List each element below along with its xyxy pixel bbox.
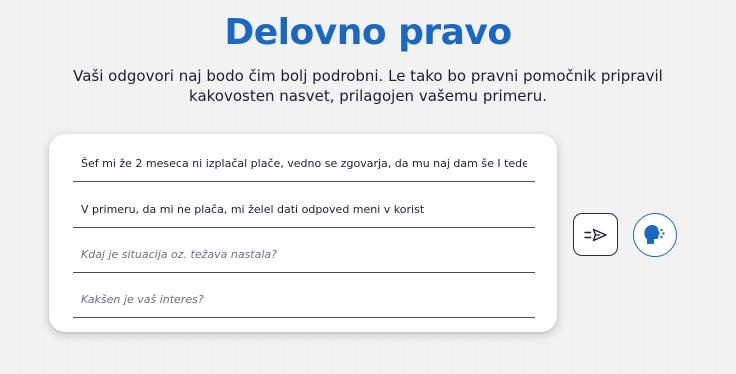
voice-speak-icon xyxy=(643,224,667,246)
your-interest-input[interactable] xyxy=(73,282,535,317)
send-button[interactable] xyxy=(573,213,618,256)
question-form-card xyxy=(49,134,557,332)
your-interest-field xyxy=(73,282,535,318)
situation-description-input[interactable] xyxy=(73,146,535,181)
voice-input-button[interactable] xyxy=(633,213,677,257)
situation-description-field xyxy=(73,146,535,182)
page-title: Delovno pravo xyxy=(224,12,512,53)
desired-outcome-field xyxy=(73,192,535,228)
desired-outcome-input[interactable] xyxy=(73,192,535,227)
when-issue-started-field xyxy=(73,237,535,273)
send-icon xyxy=(583,228,608,242)
when-issue-started-input[interactable] xyxy=(73,237,535,272)
page-subtitle: Vaši odgovori naj bodo čim bolj podrobni… xyxy=(73,67,663,105)
